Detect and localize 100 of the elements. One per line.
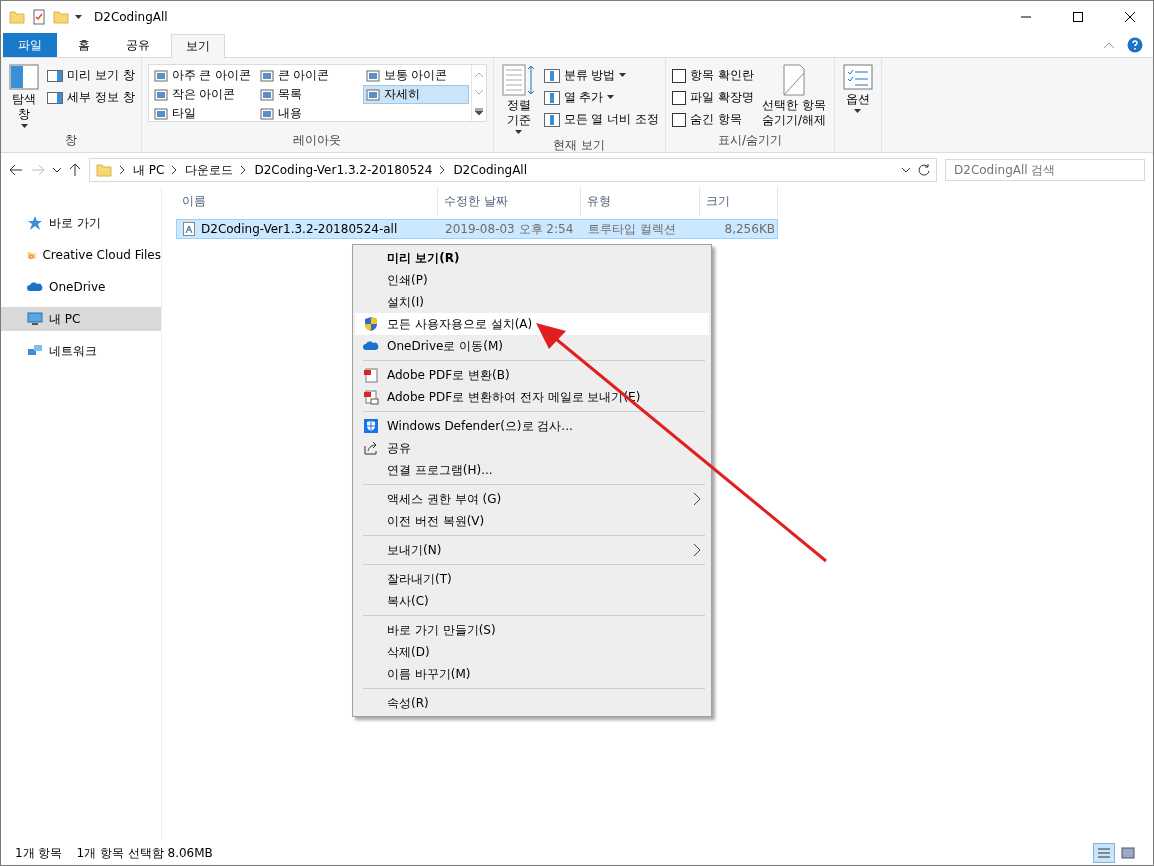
ribbon-tab[interactable]: 공유 [111, 33, 165, 57]
layout-option[interactable]: 목록 [256, 85, 363, 104]
checkbox[interactable]: 항목 확인란 [672, 66, 754, 85]
column-icon [543, 90, 560, 105]
menu-item[interactable]: 삭제(D) [355, 641, 709, 663]
pane-button[interactable]: 미리 보기 창 [47, 66, 135, 85]
breadcrumb[interactable]: D2Coding-Ver1.3.2-20180524 [254, 163, 433, 177]
column-header[interactable]: 유형 [581, 187, 700, 215]
breadcrumb[interactable]: 다운로드 [185, 161, 234, 179]
search-field[interactable]: D2CodingAll 검색 [945, 159, 1145, 181]
forward-arrow-icon [31, 164, 45, 176]
caret-icon [20, 124, 28, 129]
menu-item[interactable]: 인쇄(P) [355, 269, 709, 291]
view-icon [153, 69, 168, 82]
close-icon [1124, 11, 1136, 23]
ribbon-tab[interactable]: 파일 [3, 33, 57, 57]
item-count: 1개 항목 [15, 844, 63, 862]
group-label: 현재 보기 [552, 137, 607, 154]
menu-item[interactable]: 모든 사용자용으로 설치(A) [355, 313, 709, 335]
properties-icon [31, 9, 47, 25]
menu-item[interactable]: 공유 [355, 437, 709, 459]
caret-icon [515, 130, 523, 135]
caret-icon [75, 14, 82, 20]
address-bar[interactable]: 내 PC 다운로드 D2Coding-Ver1.3.2-20180524 D2CodingAll [89, 158, 937, 182]
sidebar-item[interactable]: 네트워크 [1, 339, 161, 363]
ribbon-tab[interactable]: 보기 [171, 34, 225, 58]
checkbox[interactable]: 파일 확장명 [672, 88, 754, 107]
sidebar-item[interactable]: 바로 가기 [1, 211, 161, 235]
layout-option[interactable]: 타일 [150, 104, 257, 123]
menu-item[interactable]: 미리 보기(R) [355, 247, 709, 269]
scroll-down-icon [474, 89, 483, 95]
chevron-right-icon [172, 166, 178, 174]
view-icon [365, 69, 380, 82]
layout-option[interactable]: 아주 큰 아이콘 [150, 66, 257, 85]
date-cell-text: 2019-08-03 오후 2:54 [444, 220, 575, 238]
pdf-mail-icon [363, 389, 379, 405]
column-icon [543, 112, 560, 127]
column-icon [543, 68, 560, 83]
view-icon [365, 88, 380, 101]
layout-option[interactable]: 보통 아이콘 [362, 66, 469, 85]
menu-item[interactable]: 보내기(N) [355, 539, 709, 561]
column-header[interactable]: 수정한 날짜 [438, 187, 581, 215]
menu-item[interactable]: 이전 버전 복원(V) [355, 510, 709, 532]
checkbox-box[interactable] [672, 112, 687, 127]
chevron-down-icon [53, 167, 61, 173]
menu-item[interactable]: 복사(C) [355, 590, 709, 612]
options-button[interactable]: 옵션 [840, 62, 875, 152]
expand-icon [474, 107, 483, 115]
menu-item[interactable]: 속성(R) [355, 692, 709, 714]
layout-option[interactable]: 내용 [256, 104, 363, 123]
pane-button[interactable]: 세부 정보 창 [47, 88, 135, 107]
chevron-up-icon [1103, 41, 1115, 49]
chevron-right-icon [241, 166, 247, 174]
layout-option[interactable]: 작은 아이콘 [150, 85, 257, 104]
checkbox[interactable]: 숨긴 항목 [672, 110, 754, 129]
size-cell-text: 8,256KB [723, 222, 776, 236]
menu-item[interactable]: OneDrive로 이동(M) [355, 335, 709, 357]
menu-item[interactable]: Windows Defender(으)로 검사... [355, 415, 709, 437]
chevron-down-icon [902, 167, 910, 173]
folder-icon [96, 162, 112, 178]
navigation-pane-button[interactable]: 탐색 창 [7, 62, 41, 132]
column-header[interactable]: 크기 [700, 187, 778, 215]
sidebar-item[interactable]: Creative Cloud Files [1, 243, 161, 267]
layout-option[interactable]: 큰 아이콘 [256, 66, 363, 85]
folder-icon [9, 9, 25, 25]
ribbon-tab[interactable]: 홈 [63, 33, 105, 57]
sidebar-item[interactable]: OneDrive [1, 275, 161, 299]
hide-selected-button[interactable]: 선택한 항목 숨기기/해제 [759, 62, 828, 132]
view-option-button[interactable]: 분류 방법 [543, 66, 660, 85]
details-view-icon [1097, 847, 1111, 859]
pane-icon [9, 64, 39, 90]
menu-item[interactable]: 액세스 권한 부여 (G) [355, 488, 709, 510]
menu-item[interactable]: 설치(I) [355, 291, 709, 313]
selection-info: 1개 항목 선택함 8.06MB [76, 844, 213, 862]
group-label: 레이아웃 [292, 132, 343, 149]
checkbox-box[interactable] [672, 90, 687, 105]
layout-option[interactable]: 자세히 [362, 85, 469, 104]
view-icon [153, 88, 168, 101]
view-option-button[interactable]: 열 추가 [543, 88, 660, 107]
font-file-icon [183, 222, 195, 236]
menu-item[interactable]: 잘라내기(T) [355, 568, 709, 590]
monitor-icon [27, 311, 43, 327]
menu-item[interactable]: 이름 바꾸기(M) [355, 663, 709, 685]
back-arrow-icon [9, 164, 23, 176]
column-header[interactable]: 이름 [176, 187, 438, 215]
sidebar-item[interactable]: 내 PC [1, 307, 161, 331]
breadcrumb[interactable]: 내 PC [133, 161, 165, 179]
file-row[interactable]: D2Coding-Ver1.3.2-20180524-all 2019-08-03 오후 2:54 트루타입 컬렉션 8,256KB [176, 219, 778, 239]
sort-button[interactable]: 정렬 기준 [499, 62, 538, 137]
view-icon [259, 69, 274, 82]
checkbox-box[interactable] [672, 68, 687, 83]
menu-item[interactable]: 연결 프로그램(H)... [355, 459, 709, 481]
view-option-button[interactable]: 모든 열 너비 조정 [543, 110, 660, 129]
breadcrumb[interactable]: D2CodingAll [453, 163, 528, 177]
menu-item[interactable]: Adobe PDF로 변환(B) [355, 364, 709, 386]
maximize-icon [1072, 11, 1084, 23]
chevron-right-icon [440, 166, 446, 174]
view-toggle-button[interactable] [1093, 843, 1115, 863]
menu-item[interactable]: 바로 가기 만들기(S) [355, 619, 709, 641]
group-label: 표시/숨기기 [717, 132, 784, 149]
